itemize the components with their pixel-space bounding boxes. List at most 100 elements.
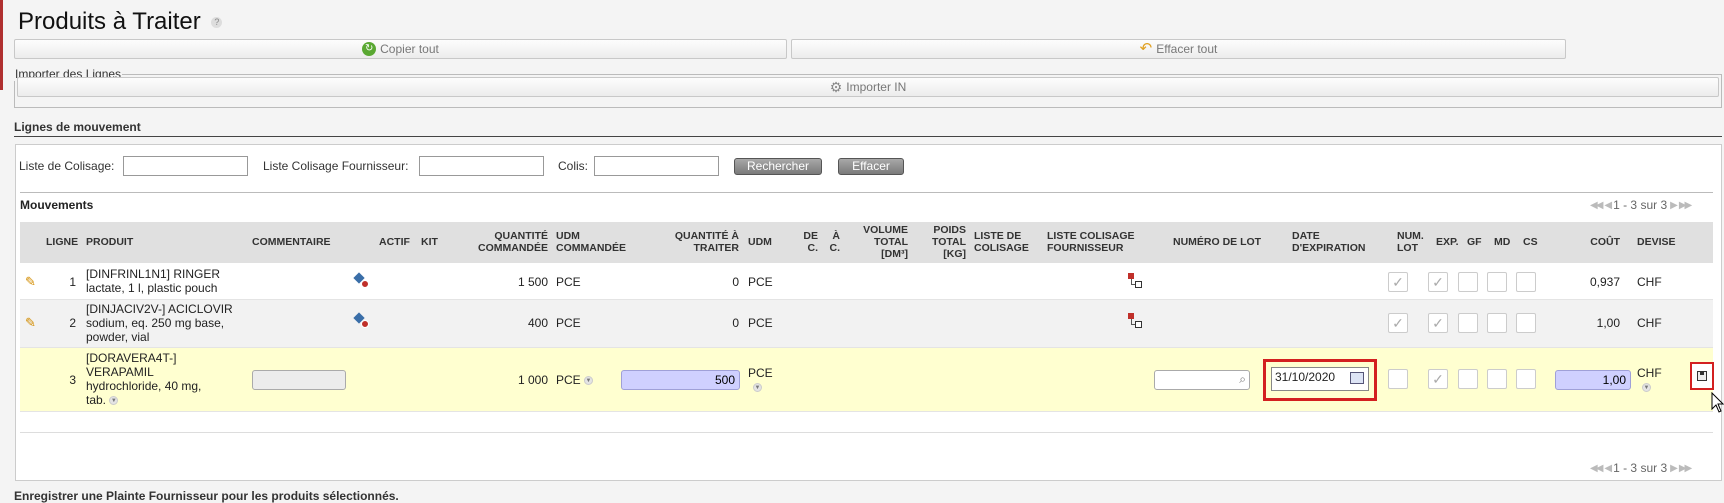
packing-list-input[interactable] (123, 156, 248, 176)
pager-top: ◀◀ ◀ 1 - 3 sur 3 ▶ ▶▶ (1590, 198, 1692, 212)
row-devise: CHF (1637, 316, 1662, 330)
lot-split-icon[interactable] (1128, 313, 1144, 329)
num-lot-checkbox[interactable] (1388, 369, 1408, 389)
last-page-icon[interactable]: ▶▶ (1679, 463, 1692, 474)
col-md[interactable]: MD (1494, 236, 1510, 248)
col-udm-ordered-l1: UDM (556, 230, 580, 242)
exp-checkbox[interactable]: ✓ (1428, 313, 1448, 333)
col-produit[interactable]: Produit (86, 236, 133, 248)
clear-all-button[interactable]: ↶ Effacer tout (791, 39, 1566, 59)
col-ligne[interactable]: Ligne (46, 236, 78, 248)
col-num-lot[interactable]: Num. Lot (1397, 230, 1424, 254)
row-devise: CHF ▼ (1637, 366, 1662, 394)
row-ligne: 1 (69, 275, 76, 289)
cs-checkbox[interactable] (1516, 369, 1536, 389)
col-liste-fournisseur[interactable]: Liste Colisage Fournisseur (1047, 230, 1135, 254)
edit-pencil-icon[interactable]: ✎ (25, 316, 39, 330)
lot-split-icon[interactable] (1128, 273, 1144, 289)
md-checkbox[interactable] (1487, 313, 1507, 333)
supplier-packing-input[interactable] (419, 156, 544, 176)
import-in-label: Importer IN (846, 80, 907, 94)
row-produit-l2: sodium, eq. 250 mg base, (86, 316, 225, 330)
parcel-label: Colis: (558, 159, 589, 173)
qty-to-process-input[interactable] (621, 370, 740, 390)
edit-pencil-icon[interactable]: ✎ (25, 275, 39, 289)
col-volume-l2: Total (873, 236, 908, 248)
num-lot-checkbox[interactable]: ✓ (1388, 313, 1408, 333)
import-in-button[interactable]: ⚙ Importer IN (17, 77, 1719, 97)
cs-checkbox[interactable] (1516, 272, 1536, 292)
col-numero-lot[interactable]: Numéro de Lot (1173, 236, 1261, 248)
next-page-icon[interactable]: ▶ (1670, 463, 1678, 474)
cost-input[interactable] (1555, 370, 1631, 390)
parcel-input[interactable] (594, 156, 719, 176)
col-qty-ordered-l1: Quantité (494, 230, 548, 242)
gf-checkbox[interactable] (1458, 272, 1478, 292)
col-qty-ordered[interactable]: Quantité Commandée (440, 230, 548, 254)
col-gf[interactable]: GF (1467, 236, 1482, 248)
table-row[interactable]: ✎ 2 [DINJACIV2V-] ACICLOVIR sodium, eq. … (20, 300, 1713, 348)
col-actif[interactable]: Actif (379, 236, 410, 248)
save-row-button[interactable] (1690, 362, 1714, 390)
cs-checkbox[interactable] (1516, 313, 1536, 333)
last-page-icon[interactable]: ▶▶ (1679, 200, 1692, 211)
col-commentaire[interactable]: Commentaire (252, 236, 331, 248)
prev-page-icon[interactable]: ◀ (1604, 200, 1612, 211)
col-liste-colisage[interactable]: Liste de Colisage (974, 230, 1029, 254)
col-volume-l3: [DM³] (881, 248, 908, 260)
gf-checkbox[interactable] (1458, 313, 1478, 333)
col-a-c[interactable]: À C. (820, 230, 841, 254)
supplier-complaint-link[interactable]: Enregistrer une Plainte Fournisseur pour… (14, 489, 399, 503)
next-page-icon[interactable]: ▶ (1670, 200, 1678, 211)
prev-page-icon[interactable]: ◀ (1604, 463, 1612, 474)
col-kit[interactable]: Kit (421, 236, 438, 248)
row-udm-ordered: PCE (556, 275, 581, 289)
row-udm: PCE (748, 316, 773, 330)
col-qty-to-process[interactable]: Quantité à Traiter (620, 230, 739, 254)
gf-checkbox[interactable] (1458, 369, 1478, 389)
col-udm-ordered-l2: Commandée (556, 242, 626, 254)
lot-number-search-input[interactable]: ⌕ (1154, 370, 1250, 390)
col-udm[interactable]: UDM (748, 236, 772, 248)
exp-checkbox[interactable]: ✓ (1428, 272, 1448, 292)
table-row[interactable]: ✎ 1 [DINFRINL1N1] RINGER lactate, 1 l, p… (20, 264, 1713, 300)
col-num-lot-l2: Lot (1397, 242, 1418, 254)
col-poids[interactable]: Poids Total [KG] (916, 224, 966, 260)
col-cs[interactable]: CS (1523, 236, 1538, 248)
col-liste-fournisseur-l1: Liste Colisage (1047, 230, 1135, 242)
active-status-icon[interactable] (353, 272, 371, 290)
col-a-l1: À (832, 230, 840, 242)
row-qty-to-process: 0 (732, 316, 739, 330)
md-checkbox[interactable] (1487, 369, 1507, 389)
col-date-expiration[interactable]: Date d'Expiration (1292, 230, 1365, 254)
col-num-lot-l1: Num. (1397, 230, 1424, 242)
help-icon[interactable]: ? (211, 17, 223, 29)
first-page-icon[interactable]: ◀◀ (1590, 463, 1603, 474)
col-devise[interactable]: Devise (1637, 236, 1676, 248)
col-de-c[interactable]: De C. (782, 230, 818, 254)
comment-input[interactable] (252, 370, 346, 390)
col-volume-l1: Volume (863, 224, 908, 236)
col-volume[interactable]: Volume Total [DM³] (842, 224, 908, 260)
clear-filter-button[interactable]: Effacer (838, 158, 904, 175)
page-title-text: Produits à Traiter (18, 8, 201, 35)
chevron-down-icon[interactable]: ▼ (109, 396, 119, 406)
first-page-icon[interactable]: ◀◀ (1590, 200, 1603, 211)
exp-checkbox[interactable]: ✓ (1428, 369, 1448, 389)
num-lot-checkbox[interactable]: ✓ (1388, 272, 1408, 292)
col-exp[interactable]: Exp. (1436, 236, 1459, 248)
chevron-down-icon[interactable]: ▼ (753, 383, 762, 393)
chevron-down-icon[interactable]: ▼ (1642, 383, 1651, 393)
search-button[interactable]: Rechercher (734, 158, 822, 175)
md-checkbox[interactable] (1487, 272, 1507, 292)
row-udm: PCE (748, 275, 773, 289)
calendar-icon[interactable] (1350, 372, 1364, 384)
col-cout[interactable]: Coût (1580, 236, 1620, 248)
search-icon[interactable]: ⌕ (1239, 372, 1246, 387)
table-row-editing[interactable]: 3 [DORAVERA4T-] VERAPAMIL hydrochloride,… (20, 348, 1714, 412)
col-udm-ordered[interactable]: UDM Commandée (556, 230, 626, 254)
active-status-icon[interactable] (353, 312, 371, 330)
copy-all-button[interactable]: ↻ Copier tout (14, 39, 787, 59)
col-liste-colisage-l2: Colisage (974, 242, 1029, 254)
chevron-down-icon[interactable]: ▼ (584, 376, 594, 386)
